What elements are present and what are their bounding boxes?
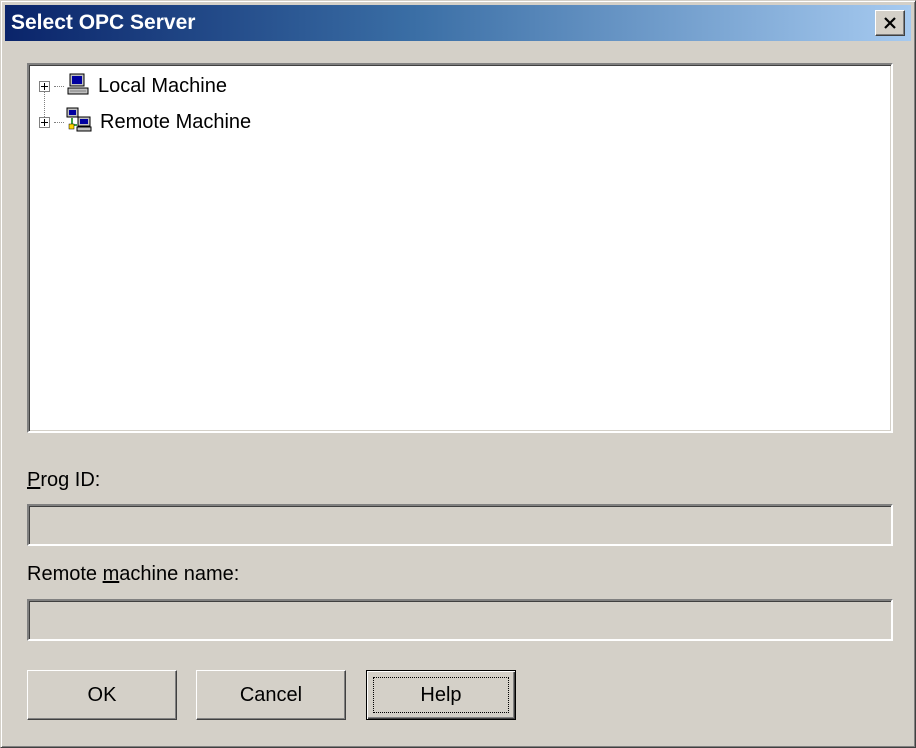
ok-button[interactable]: OK xyxy=(27,670,177,720)
computer-icon xyxy=(66,72,90,101)
help-button-label: Help xyxy=(420,683,462,706)
tree-connector xyxy=(54,121,64,123)
label-mnemonic: P xyxy=(27,469,41,491)
server-tree[interactable]: Local Machine Remote Machine xyxy=(27,63,893,433)
remote-machine-name-field[interactable] xyxy=(27,599,893,641)
label-mnemonic: m xyxy=(102,563,120,585)
cancel-button[interactable]: Cancel xyxy=(196,670,346,720)
expand-icon[interactable] xyxy=(39,80,50,92)
tree-item-remote-machine[interactable]: Remote Machine xyxy=(39,105,251,139)
tree-item-label: Remote Machine xyxy=(100,110,252,133)
label-rest: rog ID: xyxy=(40,469,101,491)
close-button[interactable] xyxy=(875,10,905,36)
label-prefix: Remote xyxy=(27,563,103,585)
cancel-button-label: Cancel xyxy=(239,683,303,706)
tree-connector xyxy=(54,85,64,87)
ok-button-label: OK xyxy=(87,683,117,706)
prog-id-label: Prog ID: xyxy=(27,469,100,492)
expand-icon[interactable] xyxy=(39,116,50,128)
tree-item-label: Local Machine xyxy=(98,74,227,97)
dialog-window: Select OPC Server Local Machine Remote M… xyxy=(0,0,916,748)
window-title: Select OPC Server xyxy=(11,11,196,34)
help-button[interactable]: Help xyxy=(366,670,516,720)
prog-id-field[interactable] xyxy=(27,504,893,546)
network-computers-icon xyxy=(66,107,92,138)
close-icon xyxy=(883,5,897,41)
tree-item-local-machine[interactable]: Local Machine xyxy=(39,69,227,103)
label-rest: achine name: xyxy=(119,563,240,585)
title-bar[interactable]: Select OPC Server xyxy=(5,5,911,41)
remote-machine-label: Remote machine name: xyxy=(27,563,239,586)
